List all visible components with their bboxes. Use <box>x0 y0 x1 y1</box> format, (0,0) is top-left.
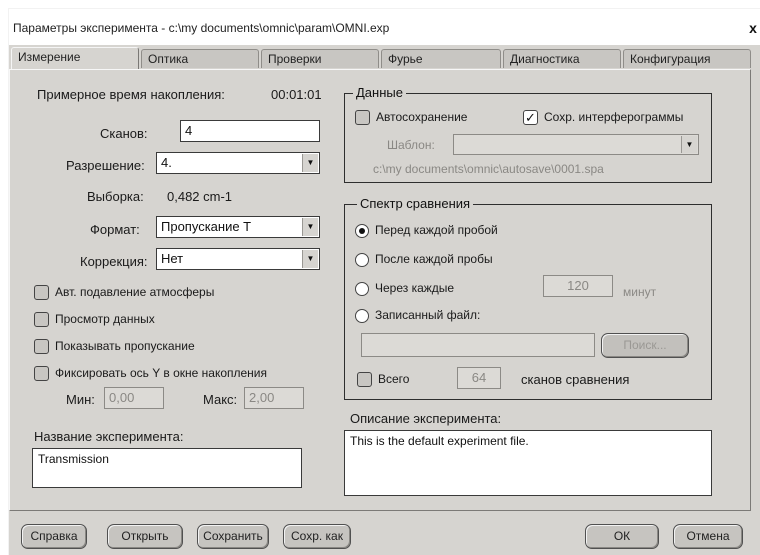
radio-after-each-sample[interactable] <box>355 253 369 267</box>
scans-input[interactable]: 4 <box>180 120 320 142</box>
template-label: Шаблон: <box>387 138 435 152</box>
tab-configuration[interactable]: Конфигурация <box>623 49 751 68</box>
tab-checks[interactable]: Проверки <box>261 49 379 68</box>
experiment-name-input[interactable]: Transmission <box>32 448 302 488</box>
background-scans-label: сканов сравнения <box>521 372 630 387</box>
tab-strip: Измерение Оптика Проверки Фурье Диагност… <box>9 47 760 69</box>
approx-time-label: Примерное время накопления: <box>37 87 225 102</box>
spacing-value: 0,482 cm-1 <box>167 189 233 204</box>
saved-file-label: Записанный файл: <box>375 308 481 322</box>
measurement-panel: Примерное время накопления: 00:01:01 Ска… <box>9 69 751 511</box>
atm-suppress-checkbox[interactable] <box>34 285 49 300</box>
preview-data-label: Просмотр данных <box>55 312 155 326</box>
tab-diagnostics[interactable]: Диагностика <box>503 49 621 68</box>
format-select[interactable]: Пропускание Т ▼ <box>156 216 320 238</box>
tab-optics[interactable]: Оптика <box>141 49 259 68</box>
max-label: Макс: <box>203 392 238 407</box>
experiment-name-value: Transmission <box>38 452 109 466</box>
atm-suppress-label: Авт. подавление атмосферы <box>55 285 215 299</box>
background-group: Спектр сравнения Перед каждой пробой Пос… <box>344 196 712 400</box>
data-group-title: Данные <box>353 85 406 100</box>
autosave-checkbox[interactable] <box>355 110 370 125</box>
description-textarea[interactable]: This is the default experiment file. <box>344 430 712 496</box>
tab-fourier[interactable]: Фурье <box>381 49 501 68</box>
total-label: Всего <box>378 372 410 386</box>
format-value: Пропускание Т <box>161 219 252 234</box>
show-transmission-label: Показывать пропускание <box>55 339 195 353</box>
save-interferograms-checkbox[interactable]: ✓ <box>523 110 538 125</box>
template-select[interactable]: ▼ <box>453 134 699 155</box>
saved-file-input[interactable] <box>361 333 595 357</box>
chevron-down-icon[interactable]: ▼ <box>302 250 318 268</box>
background-group-title: Спектр сравнения <box>357 196 474 211</box>
scans-label: Сканов: <box>100 126 148 141</box>
chevron-down-icon[interactable]: ▼ <box>302 154 318 172</box>
save-button[interactable]: Сохранить <box>197 524 269 549</box>
chevron-down-icon[interactable]: ▼ <box>681 136 697 153</box>
every-minutes-input[interactable]: 120 <box>543 275 613 297</box>
resolution-value: 4. <box>161 155 172 170</box>
data-group: Данные Автосохранение ✓ Сохр. интерферог… <box>344 85 712 183</box>
ok-button[interactable]: ОК <box>585 524 659 549</box>
experiment-name-label: Название эксперимента: <box>34 429 184 444</box>
window-title: Параметры эксперимента - c:\my documents… <box>13 21 390 35</box>
experiment-setup-dialog: Параметры эксперимента - c:\my documents… <box>8 8 760 555</box>
save-as-button[interactable]: Сохр. как <box>283 524 351 549</box>
after-each-sample-label: После каждой пробы <box>375 252 493 266</box>
help-button[interactable]: Справка <box>21 524 87 549</box>
autosave-path: c:\my documents\omnic\autosave\0001.spa <box>373 162 604 176</box>
cancel-button[interactable]: Отмена <box>673 524 743 549</box>
browse-button[interactable]: Поиск... <box>601 333 689 358</box>
preview-data-checkbox[interactable] <box>34 312 49 327</box>
before-each-sample-label: Перед каждой пробой <box>375 223 498 237</box>
total-scans-input[interactable]: 64 <box>457 367 501 389</box>
show-transmission-checkbox[interactable] <box>34 339 49 354</box>
minutes-unit-label: минут <box>623 285 657 299</box>
fix-y-axis-checkbox[interactable] <box>34 366 49 381</box>
description-value: This is the default experiment file. <box>350 434 529 448</box>
description-label: Описание эксперимента: <box>350 411 502 426</box>
save-interferograms-label: Сохр. интерферограммы <box>544 110 684 124</box>
min-value: 0,00 <box>109 390 135 405</box>
resolution-label: Разрешение: <box>66 158 145 173</box>
radio-before-each-sample[interactable] <box>355 224 369 238</box>
open-button[interactable]: Открыть <box>107 524 183 549</box>
max-input[interactable]: 2,00 <box>244 387 304 409</box>
total-scans-checkbox[interactable] <box>357 372 372 387</box>
radio-every[interactable] <box>355 282 369 296</box>
tab-measurement[interactable]: Измерение <box>11 47 139 69</box>
every-minutes-value: 120 <box>567 278 589 293</box>
min-input[interactable]: 0,00 <box>104 387 164 409</box>
close-icon[interactable]: x <box>746 21 760 35</box>
approx-time-value: 00:01:01 <box>271 87 322 102</box>
max-value: 2,00 <box>249 390 275 405</box>
total-scans-value: 64 <box>471 370 487 385</box>
scans-value: 4 <box>185 123 193 138</box>
format-label: Формат: <box>90 222 140 237</box>
fix-y-axis-label: Фиксировать ось Y в окне накопления <box>55 366 268 380</box>
every-label: Через каждые <box>375 281 455 295</box>
title-bar: Параметры эксперимента - c:\my documents… <box>9 9 760 45</box>
min-label: Мин: <box>66 392 95 407</box>
radio-saved-file[interactable] <box>355 309 369 323</box>
chevron-down-icon[interactable]: ▼ <box>302 218 318 236</box>
resolution-select[interactable]: 4. ▼ <box>156 152 320 174</box>
correction-value: Нет <box>161 251 184 266</box>
spacing-label: Выборка: <box>87 189 144 204</box>
correction-label: Коррекция: <box>80 254 148 269</box>
correction-select[interactable]: Нет ▼ <box>156 248 320 270</box>
autosave-label: Автосохранение <box>376 110 468 124</box>
